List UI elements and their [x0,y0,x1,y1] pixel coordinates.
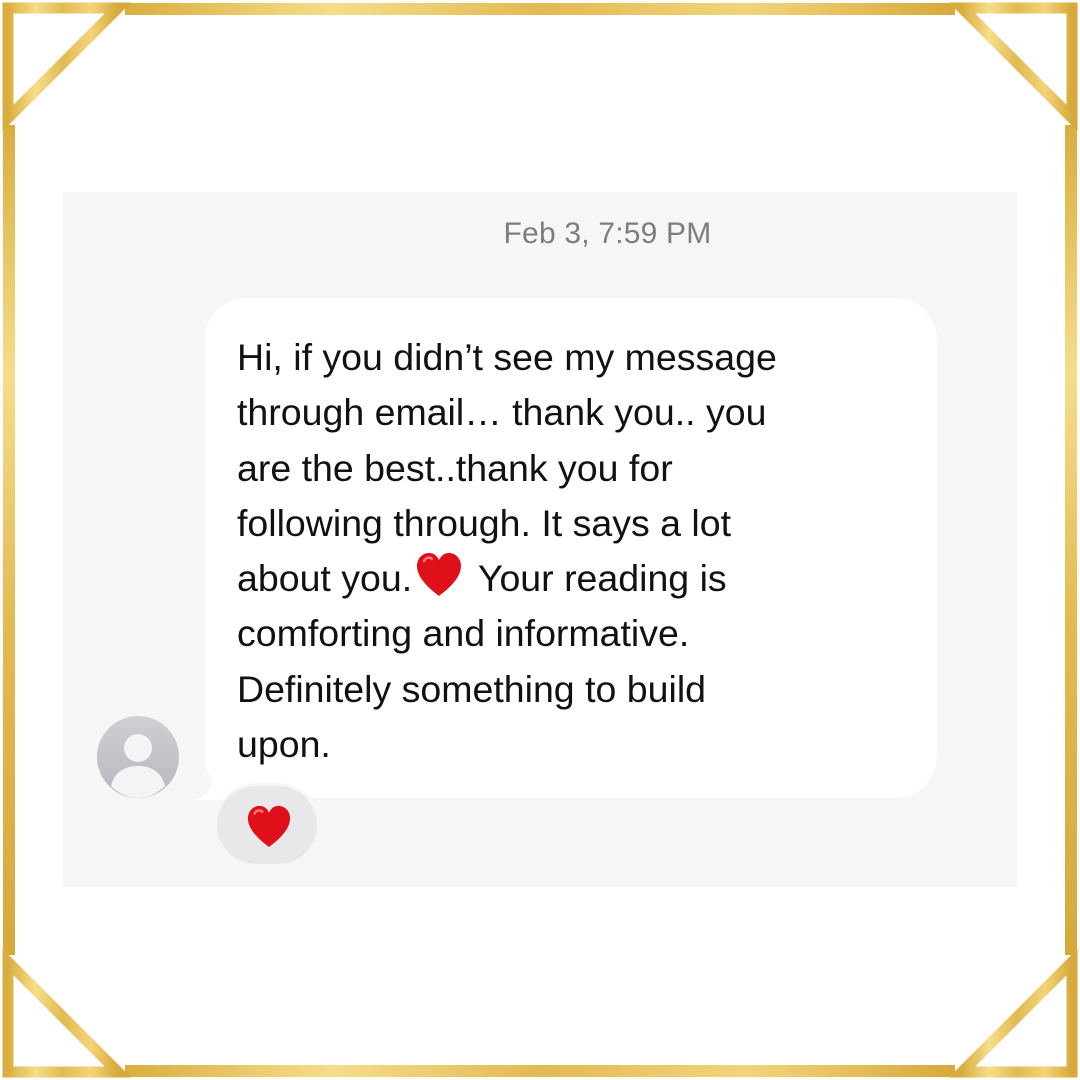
person-icon [111,734,165,798]
red-heart-icon [247,805,291,848]
message-timestamp: Feb 3, 7:59 PM [503,217,712,250]
heart-reaction-badge[interactable] [214,783,320,867]
message-text: Hi, if you didn’t see my message through… [237,330,927,772]
red-heart-icon [417,553,462,597]
avatar[interactable] [97,716,179,798]
